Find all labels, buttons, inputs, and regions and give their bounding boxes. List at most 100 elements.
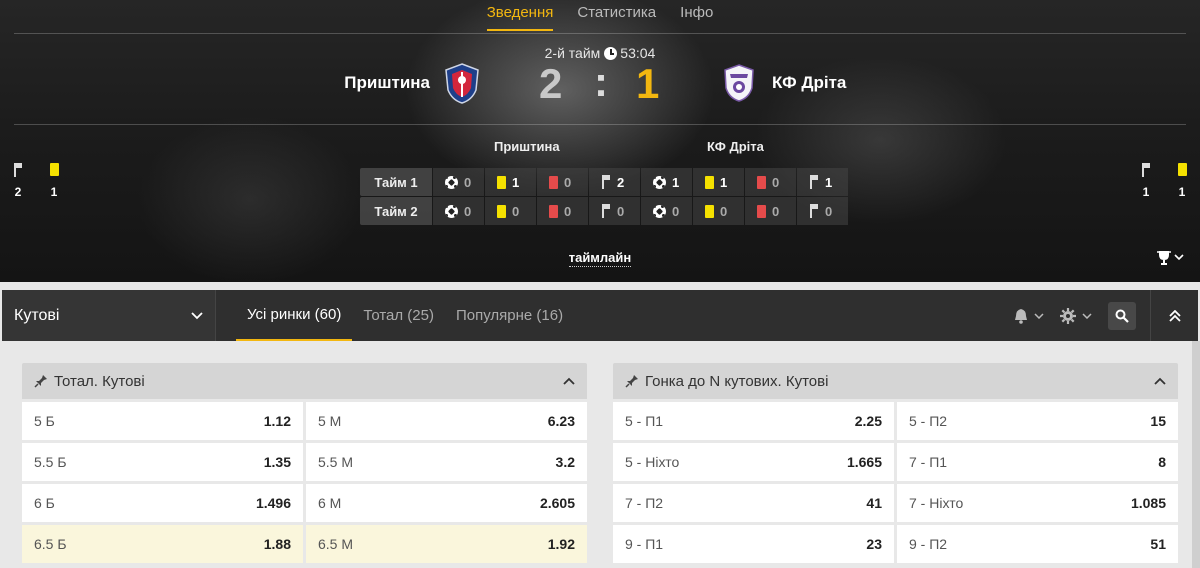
tab-popular[interactable]: Популярне (16) [445, 290, 574, 341]
odd-value: 51 [1150, 536, 1166, 552]
ball-icon [653, 204, 666, 218]
odd-button[interactable]: 7 - Ніхто 1.085 [897, 484, 1178, 522]
market-header[interactable]: Гонка до N кутових. Кутові [613, 363, 1178, 399]
tab-all-markets[interactable]: Усі ринки (60) [236, 290, 353, 341]
away-corners-cell: 0 [797, 197, 848, 225]
odd-label: 6 Б [34, 495, 55, 511]
value: 1 [720, 174, 728, 190]
value: 0 [512, 203, 520, 219]
period-label: Тайм 2 [360, 197, 432, 225]
tab-statistics[interactable]: Статистика [577, 4, 656, 31]
market-tabs: Усі ринки (60) Тотал (25) Популярне (16) [236, 290, 574, 341]
odd-label: 5 - Ніхто [625, 454, 680, 470]
match-time: 53:04 [620, 45, 656, 61]
value: 0 [672, 203, 680, 219]
period-table-away-label: КФ Дріта [707, 139, 764, 154]
notifications-dropdown[interactable] [1014, 308, 1044, 324]
odds-grid: 5 - П1 2.25 5 - П2 15 5 - Ніхто 1.665 7 - П… [613, 399, 1178, 563]
yellow-card-icon [705, 175, 714, 189]
odd-button[interactable]: 6.5 Б 1.88 [22, 525, 303, 563]
double-chevron-up-icon [1168, 309, 1181, 322]
trophy-dropdown[interactable] [1156, 249, 1186, 267]
odd-value: 3.2 [555, 454, 575, 470]
away-goals-cell: 1 [641, 168, 692, 196]
period-label: 2-й тайм [544, 45, 601, 61]
odd-label: 7 - П1 [909, 454, 948, 470]
settings-dropdown[interactable] [1060, 307, 1092, 324]
away-goals-cell: 0 [641, 197, 692, 225]
red-card-icon [757, 204, 766, 218]
odd-button[interactable]: 5 - П1 2.25 [613, 402, 894, 440]
odd-button[interactable]: 5 - Ніхто 1.665 [613, 443, 894, 481]
market-group-select[interactable]: Кутові [2, 290, 216, 341]
odd-button[interactable]: 9 - П2 51 [897, 525, 1178, 563]
value: 1 [672, 174, 680, 190]
collapse-all-button[interactable] [1150, 290, 1198, 341]
home-yellow-cell: 0 [485, 197, 536, 225]
odd-button[interactable]: 5 Б 1.12 [22, 402, 303, 440]
toolbar-actions [1014, 290, 1198, 341]
away-corners-total: 1 [1142, 185, 1150, 199]
odd-label: 7 - П2 [625, 495, 664, 511]
home-red-cell: 0 [537, 168, 588, 196]
tab-total[interactable]: Тотал (25) [352, 290, 445, 341]
period-row: Тайм 1 0 1 0 2 1 1 0 1 [360, 168, 848, 196]
ball-icon [653, 175, 666, 189]
odd-button[interactable]: 7 - П2 41 [613, 484, 894, 522]
yellow-card-icon [1177, 163, 1187, 176]
chevron-up-icon[interactable] [563, 377, 575, 385]
search-button[interactable] [1108, 301, 1136, 330]
pin-icon[interactable] [34, 374, 48, 388]
odd-value: 1.88 [263, 536, 291, 552]
odd-button[interactable]: 5 М 6.23 [306, 402, 587, 440]
odd-button[interactable]: 9 - П1 23 [613, 525, 894, 563]
home-yellow-total: 1 [50, 185, 58, 199]
odd-button[interactable]: 5.5 Б 1.35 [22, 443, 303, 481]
away-score: 1 [636, 60, 660, 107]
odd-button[interactable]: 5 - П2 15 [897, 402, 1178, 440]
odd-button[interactable]: 5.5 М 3.2 [306, 443, 587, 481]
ball-icon [445, 175, 458, 189]
tab-summary[interactable]: Зведення [486, 4, 554, 31]
away-red-cell: 0 [745, 197, 796, 225]
value: 0 [617, 203, 625, 219]
value: 0 [772, 203, 780, 219]
gear-icon [1060, 307, 1076, 324]
red-card-icon [549, 175, 558, 189]
score-separator: : [594, 58, 608, 105]
away-red-cell: 0 [745, 168, 796, 196]
chevron-down-icon [191, 311, 203, 319]
odd-value: 41 [866, 495, 882, 511]
value: 0 [772, 174, 780, 190]
odd-value: 2.605 [539, 495, 575, 511]
scrollbar[interactable] [1192, 341, 1200, 568]
timeline-link[interactable]: таймлайн [568, 250, 632, 267]
odd-button[interactable]: 6 М 2.605 [306, 484, 587, 522]
odd-value: 1.496 [255, 495, 291, 511]
odd-button[interactable]: 6.5 М 1.92 [306, 525, 587, 563]
home-team-name[interactable]: Приштина [344, 73, 430, 93]
odd-label: 5 - П1 [625, 413, 664, 429]
corner-flag-icon [601, 204, 611, 218]
chevron-down-icon [1174, 254, 1184, 261]
period-label: Тайм 1 [360, 168, 432, 196]
pin-icon[interactable] [625, 374, 639, 388]
odds-grid: 5 Б 1.12 5 М 6.23 5.5 Б 1.35 5.5 М 3.2 6 Б 1.… [22, 399, 587, 563]
corner-flag-icon [809, 204, 819, 218]
value: 0 [564, 203, 572, 219]
odd-value: 1.35 [263, 454, 291, 470]
tab-info[interactable]: Інфо [680, 4, 713, 31]
period-stats-table: Тайм 1 0 1 0 2 1 1 0 1 Тайм 2 0 0 0 0 0 … [360, 168, 848, 226]
value: 1 [512, 174, 520, 190]
market-header[interactable]: Тотал. Кутові [22, 363, 587, 399]
away-team-name[interactable]: КФ Дріта [772, 73, 846, 93]
red-card-icon [549, 204, 558, 218]
odd-label: 5.5 Б [34, 454, 67, 470]
corner-flag-icon [809, 175, 819, 189]
odd-value: 1.12 [263, 413, 291, 429]
odd-value: 23 [866, 536, 882, 552]
chevron-up-icon[interactable] [1154, 377, 1166, 385]
match-header: Зведення Статистика Інфо 2-й тайм 53:04 П… [0, 0, 1200, 282]
odd-button[interactable]: 6 Б 1.496 [22, 484, 303, 522]
odd-button[interactable]: 7 - П1 8 [897, 443, 1178, 481]
